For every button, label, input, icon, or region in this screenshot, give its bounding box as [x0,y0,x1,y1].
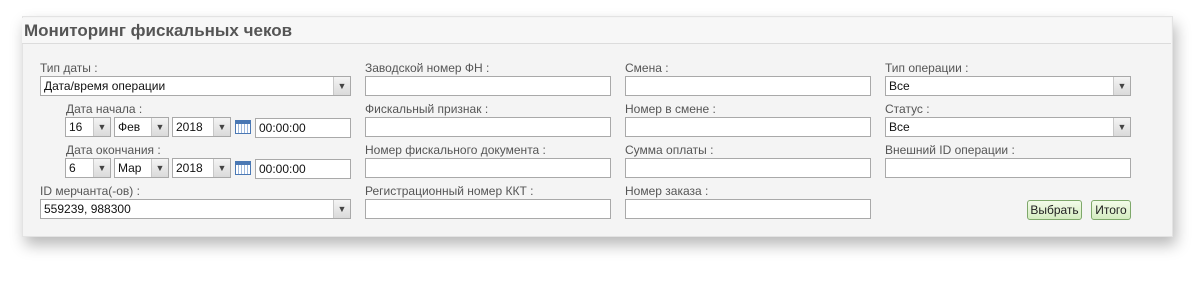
status-value: Все [889,120,910,134]
merchant-select[interactable]: 559239, 988300 ▼ [40,199,351,219]
status-select[interactable]: Все ▼ [885,117,1131,137]
kkt-reg-label: Регистрационный номер ККТ : [365,184,534,198]
calendar-icon[interactable] [235,161,251,175]
chevron-down-icon: ▼ [333,77,350,95]
shift-number-input[interactable] [625,117,871,137]
amount-input[interactable] [625,158,871,178]
fiscal-sign-label: Фискальный признак : [365,102,489,116]
amount-label: Сумма оплаты : [625,143,714,157]
start-year-select[interactable]: 2018 ▼ [172,117,231,137]
end-month-select[interactable]: Мар ▼ [114,158,169,178]
page-title: Мониторинг фискальных чеков [24,21,293,40]
status-label: Статус : [885,102,930,116]
fiscal-doc-input[interactable] [365,158,611,178]
kkt-reg-input[interactable] [365,199,611,219]
operation-type-value: Все [889,79,910,93]
end-date-label: Дата окончания : [66,143,161,157]
shift-number-label: Номер в смене : [625,102,716,116]
chevron-down-icon: ▼ [1113,77,1130,95]
chevron-down-icon: ▼ [333,200,350,218]
calendar-icon[interactable] [235,120,251,134]
shift-label: Смена : [625,61,669,75]
chevron-down-icon: ▼ [151,118,168,136]
start-date-label: Дата начала : [66,102,143,116]
fn-number-label: Заводской номер ФН : [365,61,490,75]
end-day-select[interactable]: 6 ▼ [65,158,111,178]
merchant-label: ID мерчанта(-ов) : [40,184,140,198]
shift-input[interactable] [625,76,871,96]
date-type-label: Тип даты : [40,61,98,75]
end-year-select[interactable]: 2018 ▼ [172,158,231,178]
external-id-input[interactable] [885,158,1131,178]
end-time-input[interactable] [255,159,351,179]
chevron-down-icon: ▼ [213,118,230,136]
chevron-down-icon: ▼ [1113,118,1130,136]
panel-header: Мониторинг фискальных чеков [22,18,1171,44]
chevron-down-icon: ▼ [151,159,168,177]
start-month-select[interactable]: Фев ▼ [114,117,169,137]
order-number-label: Номер заказа : [625,184,709,198]
operation-type-select[interactable]: Все ▼ [885,76,1131,96]
chevron-down-icon: ▼ [93,159,110,177]
total-button[interactable]: Итого [1091,200,1131,220]
chevron-down-icon: ▼ [213,159,230,177]
fn-number-input[interactable] [365,76,611,96]
date-type-select[interactable]: Дата/время операции ▼ [40,76,351,96]
external-id-label: Внешний ID операции : [885,143,1015,157]
fiscal-sign-input[interactable] [365,117,611,137]
start-time-input[interactable] [255,118,351,138]
fiscal-doc-label: Номер фискального документа : [365,143,546,157]
date-type-value: Дата/время операции [44,79,166,93]
select-button[interactable]: Выбрать [1027,200,1082,220]
chevron-down-icon: ▼ [93,118,110,136]
start-day-select[interactable]: 16 ▼ [65,117,111,137]
merchant-value: 559239, 988300 [44,202,131,216]
order-number-input[interactable] [625,199,871,219]
operation-type-label: Тип операции : [885,61,969,75]
